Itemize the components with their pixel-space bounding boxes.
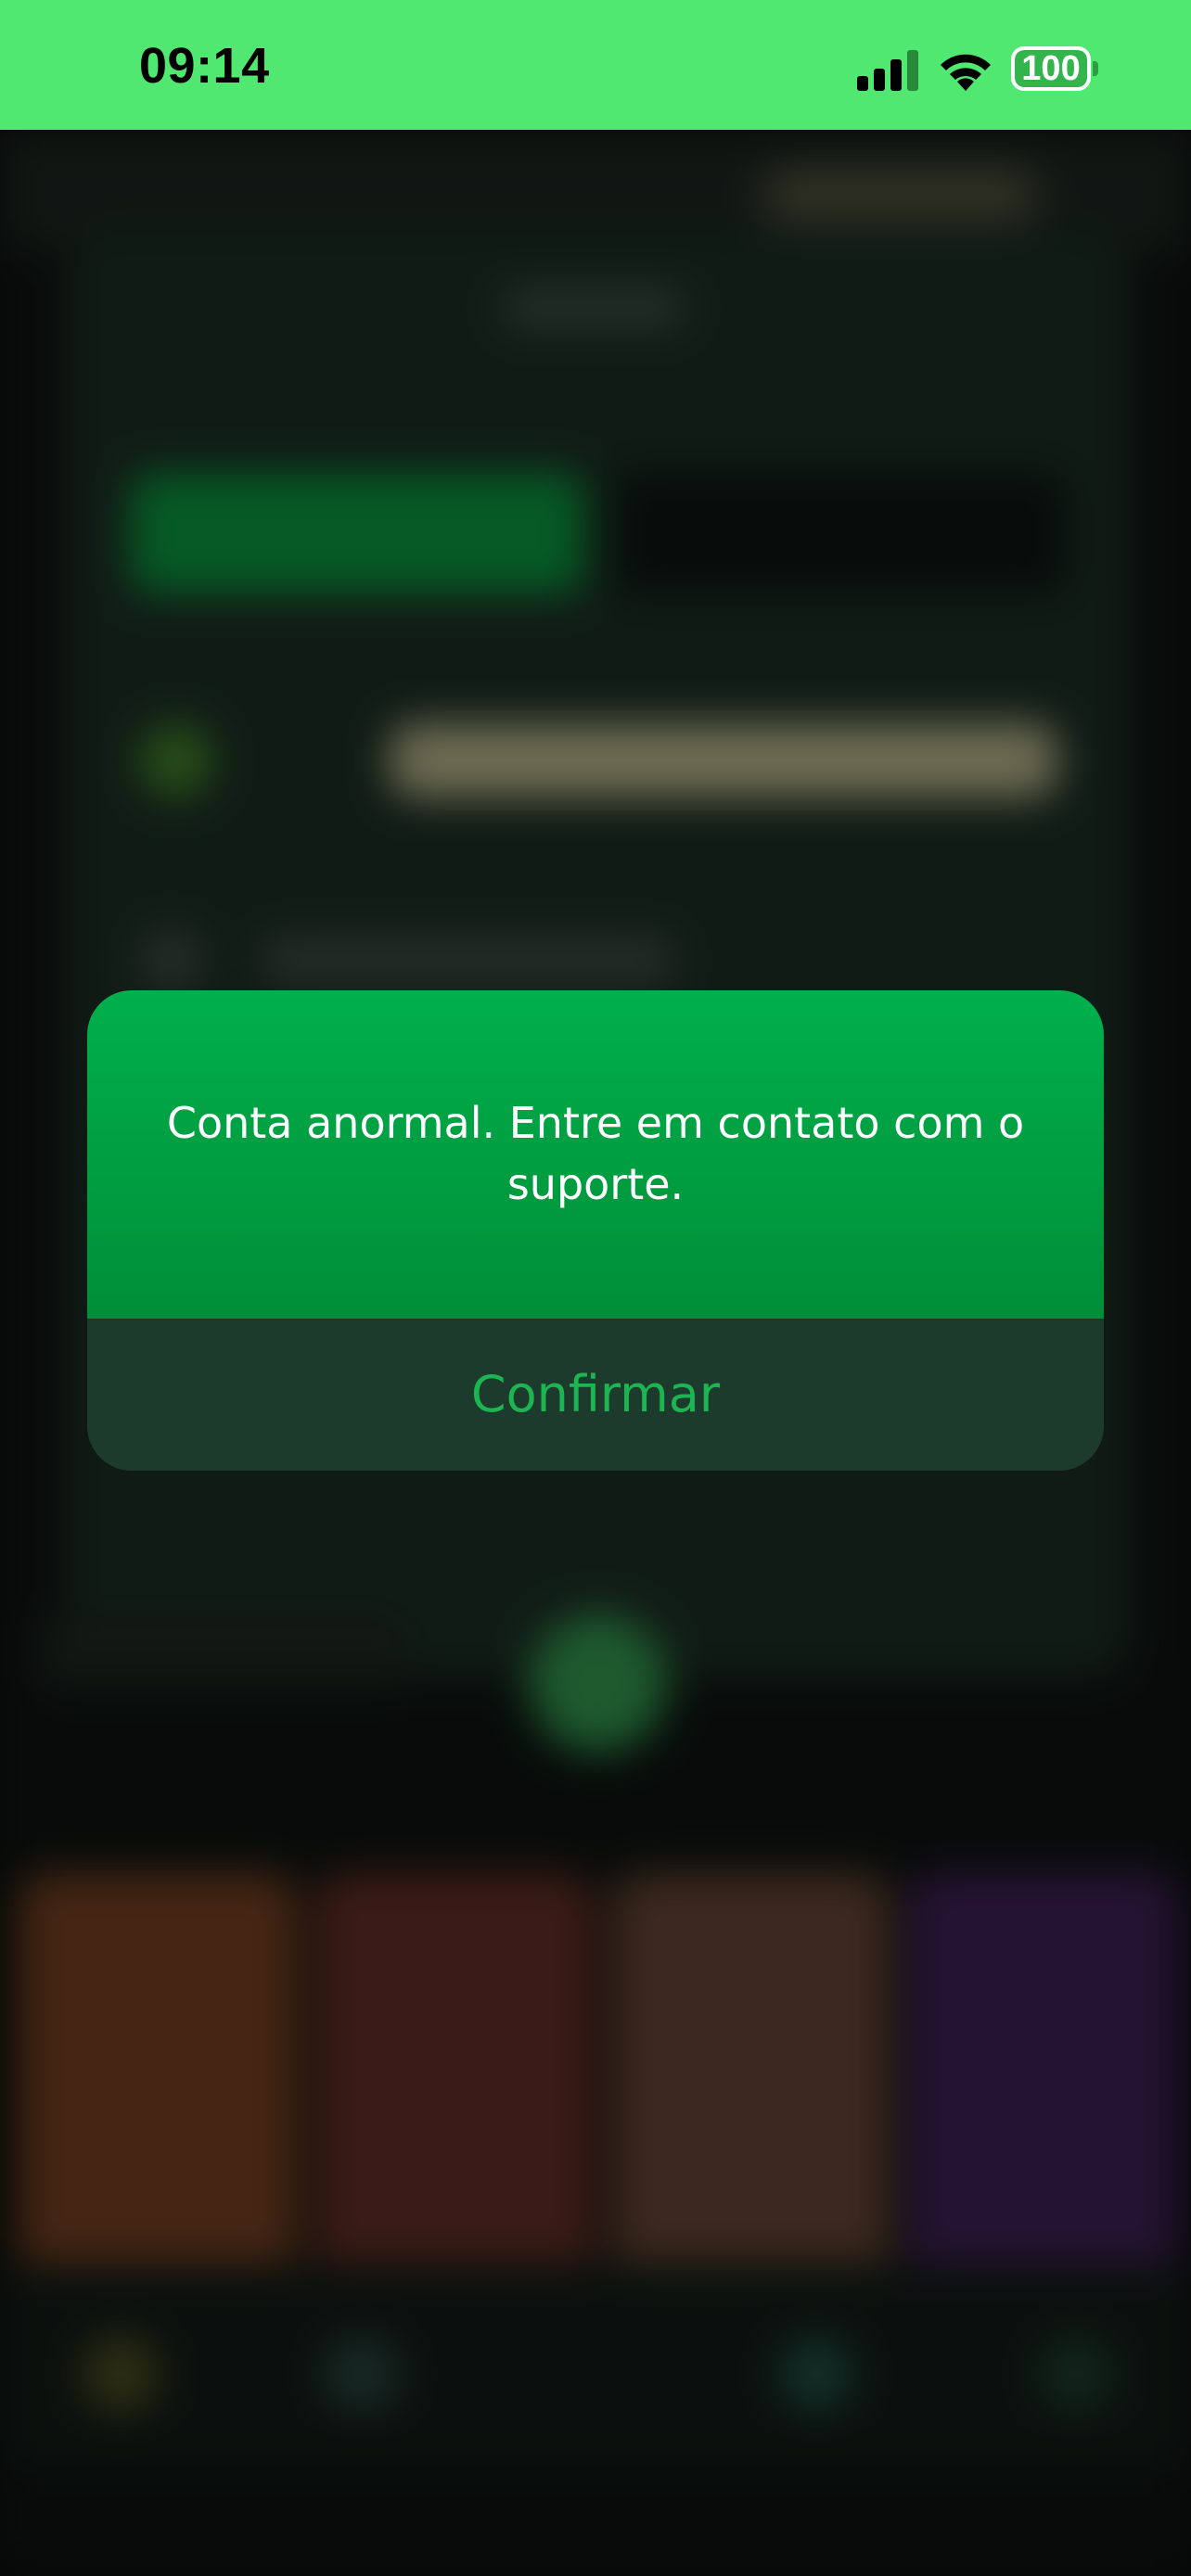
battery-level: 100 (1021, 49, 1081, 88)
dialog-footer: Confirmar (87, 1319, 1104, 1471)
confirm-button[interactable]: Confirmar (87, 1319, 1104, 1471)
wifi-icon (941, 54, 991, 91)
dialog-message: Conta anormal. Entre em contato com o su… (166, 1098, 1025, 1209)
dialog-body: Conta anormal. Entre em contato com o su… (87, 990, 1104, 1319)
battery-icon: 100 (1011, 46, 1098, 91)
status-bar: 09:14 100 (0, 0, 1191, 130)
battery-cap (1093, 61, 1098, 76)
cellular-signal-icon (857, 50, 918, 91)
status-time: 09:14 (139, 38, 270, 94)
alert-dialog: Conta anormal. Entre em contato com o su… (87, 990, 1104, 1471)
